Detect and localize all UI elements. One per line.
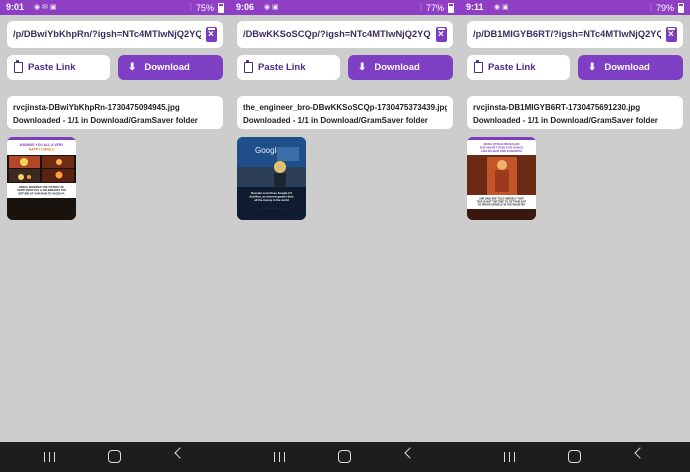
thumbnail-image: Google Russian court fines Google 2.5 dec… [237,137,306,220]
file-name: rvcjinsta-DB1MIGYB6RT-1730475691230.jpg [473,103,641,112]
panel-3: 9:11 ◉ ▣ ⫶ 79% /p/DB1MIGYB6RT/?igsh=NTc4… [460,0,690,442]
download-label: Download [604,62,650,73]
nav-group-2 [230,442,460,472]
status-time: 9:06 [236,2,255,12]
status-time: 9:11 [466,2,484,12]
home-icon[interactable] [568,450,581,463]
recent-apps-icon[interactable] [274,452,285,462]
paste-link-button[interactable]: Paste Link [467,55,570,80]
status-bar: 9:01 ◉ ✉ ▣ ⫶ 75% [0,0,230,15]
nav-group-3 [460,442,690,472]
notification-icons: ◉ ▣ [494,4,509,11]
url-text: /p/DB1MIGYB6RT/?igsh=NTc4MTIwNjQ2YQ== [473,29,661,39]
url-input[interactable]: /p/DBwiYbKhpRn/?igsh=NTc4MTIwNjQ2YQ== [7,21,223,48]
thumb-footnote: · · · · · · · · · · · · · · · · · · · · [258,208,284,210]
battery-icon [678,2,684,13]
status-right: ⫶ 77% [420,2,454,13]
screenshots-row: 9:01 ◉ ✉ ▣ ⫶ 75% /p/DBwiYbKhpRn/?igsh=NT… [0,0,690,442]
download-label: Download [374,62,420,73]
home-icon[interactable] [108,450,121,463]
download-button[interactable]: ⬇ Download [578,55,683,80]
file-name: the_engineer_bro-DBwKKSoSCQp-17304753734… [243,103,447,112]
back-icon[interactable] [174,447,186,459]
downloaded-thumbnail[interactable]: WISHING YOU ALL A VERY HAPPY DIWALI! DIWA… [7,137,76,220]
download-info-card: rvcjinsta-DBwiYbKhpRn-1730475094945.jpg … [7,96,223,129]
download-status: Downloaded - 1/1 in Download/GramSaver f… [243,116,428,125]
panel-1: 9:01 ◉ ✉ ▣ ⫶ 75% /p/DBwiYbKhpRn/?igsh=NT… [0,0,230,442]
download-info-card: rvcjinsta-DB1MIGYB6RT-1730475691230.jpg … [467,96,683,129]
download-label: Download [144,62,190,73]
status-time: 9:01 [6,2,25,12]
thumbnail-image: WISHING YOU ALL A VERY HAPPY DIWALI! DIWA… [7,137,76,220]
download-status: Downloaded - 1/1 in Download/GramSaver f… [473,116,658,125]
battery-icon [218,2,224,13]
thumb-caption: DIWALI SIGNIFIES THE VICTORY OF GOOD OVER… [17,185,66,195]
download-icon: ⬇ [358,62,367,73]
url-input[interactable]: /p/DB1MIGYB6RT/?igsh=NTc4MTIwNjQ2YQ== [467,21,683,48]
clipboard-icon [474,60,483,73]
download-info-card: the_engineer_bro-DBwKKSoSCQp-17304753734… [237,96,453,129]
notification-icons: ◉ ✉ ▣ [34,4,57,11]
notification-icons: ◉ ▣ [264,4,279,11]
url-input[interactable]: /DBwKKSoSCQp/?igsh=NTc4MTIwNjQ2YQ== [237,21,453,48]
status-right: ⫶ 79% [650,2,684,13]
paste-link-label: Paste Link [28,62,76,73]
back-icon[interactable] [634,447,646,459]
url-text: /p/DBwiYbKhpRn/?igsh=NTc4MTIwNjQ2YQ== [13,29,201,39]
signal-icon: ⫶ [419,2,422,12]
signal-icon: ⫶ [189,2,192,12]
download-icon: ⬇ [128,62,137,73]
recent-apps-icon[interactable] [504,452,515,462]
thumbnail-image: NORA FATEHI REVEALED SHE WASN'T PAID FOR … [467,137,536,220]
recent-apps-icon[interactable] [44,452,55,462]
nav-group-1 [0,442,230,472]
clear-icon[interactable] [206,27,217,42]
download-button[interactable]: ⬇ Download [348,55,453,80]
download-status: Downloaded - 1/1 in Download/GramSaver f… [13,116,198,125]
download-icon: ⬇ [588,62,597,73]
status-right: ⫶ 75% [190,2,224,13]
downloaded-thumbnail[interactable]: Google Russian court fines Google 2.5 dec… [237,137,306,220]
clear-icon[interactable] [436,27,447,42]
downloaded-thumbnail[interactable]: NORA FATEHI REVEALED SHE WASN'T PAID FOR … [467,137,536,220]
status-bar: 9:06 ◉ ▣ ⫶ 77% [230,0,460,15]
battery-percent: 79% [655,2,674,13]
thumb-caption: Russian court fines Google 2.5 decillion,… [250,191,294,202]
clear-icon[interactable] [666,27,677,42]
panel-2: 9:06 ◉ ▣ ⫶ 77% /DBwKKSoSCQp/?igsh=NTc4MT… [230,0,460,442]
thumb-headline: NORA FATEHI REVEALED SHE WASN'T PAID FOR … [480,142,524,153]
download-button[interactable]: ⬇ Download [118,55,223,80]
battery-icon [448,2,454,13]
url-text: /DBwKKSoSCQp/?igsh=NTc4MTIwNjQ2YQ== [243,29,431,39]
clipboard-icon [14,60,23,73]
paste-link-label: Paste Link [258,62,306,73]
clipboard-icon [244,60,253,73]
battery-percent: 75% [195,2,214,13]
back-icon[interactable] [404,447,416,459]
home-icon[interactable] [338,450,351,463]
signal-icon: ⫶ [649,2,652,12]
navigation-bar [0,442,690,472]
file-name: rvcjinsta-DBwiYbKhpRn-1730475094945.jpg [13,103,180,112]
paste-link-button[interactable]: Paste Link [7,55,110,80]
paste-link-button[interactable]: Paste Link [237,55,340,80]
thumb-caption: SHE SAID SHE TOLD HERSELF THAT THIS IS NO… [477,198,527,207]
paste-link-label: Paste Link [488,62,536,73]
battery-percent: 77% [425,2,444,13]
status-bar: 9:11 ◉ ▣ ⫶ 79% [460,0,690,15]
